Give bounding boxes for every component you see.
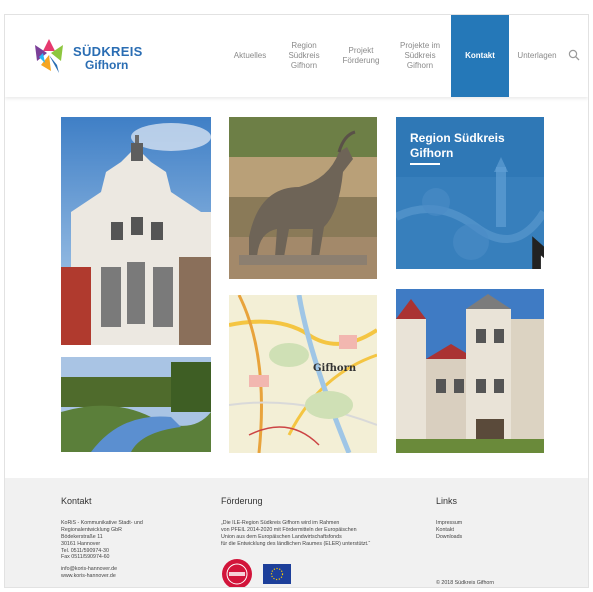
tile-castle-courtyard[interactable]	[396, 289, 544, 453]
nav-item-projekt-foerderung[interactable]: Projekt Förderung	[333, 15, 389, 97]
kontakt-line: 30161 Hannover	[61, 540, 101, 547]
kontakt-web-link[interactable]: www.koris-hannover.de	[61, 573, 201, 580]
footer-foerderung-heading: Förderung	[221, 496, 263, 506]
foerderung-line: „Die ILE-Region Südkreis Gifhorn wird im…	[221, 520, 340, 526]
funding-badges	[221, 558, 291, 588]
map-label: Gifhorn	[313, 363, 357, 374]
region-tile-title: Region Südkreis Gifhorn	[410, 131, 505, 160]
map-image	[229, 295, 377, 453]
mouse-cursor-icon	[532, 236, 544, 269]
main-nav: Aktuelles Region Südkreis Gifhorn Projek…	[225, 15, 565, 97]
site-logo[interactable]: SÜDKREIS Gifhorn	[29, 35, 142, 79]
site-footer: Kontakt KoRiS - Kommunikative Stadt- und…	[5, 478, 588, 587]
castle-courtyard-image	[396, 289, 544, 453]
region-title-underline	[410, 163, 440, 165]
tile-goat-statue[interactable]	[229, 117, 377, 279]
logo-text-line1: SÜDKREIS	[73, 44, 143, 59]
castle-gable-image	[61, 117, 211, 345]
footer-link-downloads[interactable]: Downloads	[436, 534, 556, 541]
site-header: SÜDKREIS Gifhorn Aktuelles Region Südkre…	[5, 15, 588, 97]
foerderung-line: für die Entwicklung des ländlichen Raume…	[221, 540, 371, 547]
search-icon[interactable]	[568, 49, 580, 61]
kontakt-email-link[interactable]: info@koris-hannover.de	[61, 566, 201, 573]
tile-region-suedkreis[interactable]: Region Südkreis Gifhorn	[396, 117, 544, 269]
footer-links-heading: Links	[436, 496, 458, 506]
nav-item-aktuelles[interactable]: Aktuelles	[225, 15, 275, 97]
copyright-text: © 2018 Südkreis Gifhorn	[436, 580, 495, 586]
goat-statue-image	[229, 117, 377, 279]
foerderung-line: Union aus dem Europäischen Landwirtschaf…	[221, 533, 342, 540]
logo-mark-icon	[35, 39, 63, 73]
footer-kontakt: Kontakt KoRiS - Kommunikative Stadt- und…	[61, 496, 201, 580]
river-image	[61, 357, 211, 452]
foerderung-line: von PFEIL 2014-2020 mit Fördermitteln de…	[221, 526, 357, 533]
kontakt-line: Regionalentwicklung GbR	[61, 526, 122, 533]
tile-castle-gable[interactable]	[61, 117, 211, 345]
kontakt-line: Tel. 0511/590974-30	[61, 547, 109, 554]
footer-kontakt-heading: Kontakt	[61, 496, 92, 506]
tile-river[interactable]	[61, 357, 211, 452]
logo-text-line2: Gifhorn	[85, 58, 129, 72]
tile-map-gifhorn[interactable]: Gifhorn	[229, 295, 377, 453]
kontakt-line: Fax 0511/590974-60	[61, 554, 110, 561]
nav-item-kontakt[interactable]: Kontakt	[451, 15, 509, 97]
footer-links: Links Impressum Kontakt Downloads © 2018…	[436, 496, 556, 586]
leader-logo-icon[interactable]	[221, 558, 253, 588]
nav-item-unterlagen[interactable]: Unterlagen	[509, 15, 565, 97]
page-frame: SÜDKREIS Gifhorn Aktuelles Region Südkre…	[4, 14, 589, 588]
footer-link-kontakt[interactable]: Kontakt	[436, 527, 556, 534]
kontakt-line: Bödekerstraße 11	[61, 533, 103, 540]
nav-item-projekte[interactable]: Projekte im Südkreis Gifhorn	[389, 15, 451, 97]
footer-link-impressum[interactable]: Impressum	[436, 520, 556, 527]
eu-flag-icon[interactable]	[263, 564, 291, 584]
nav-item-region[interactable]: Region Südkreis Gifhorn	[275, 15, 333, 97]
kontakt-line: KoRiS - Kommunikative Stadt- und	[61, 520, 143, 526]
footer-foerderung: Förderung „Die ILE-Region Südkreis Gifho…	[221, 496, 411, 587]
